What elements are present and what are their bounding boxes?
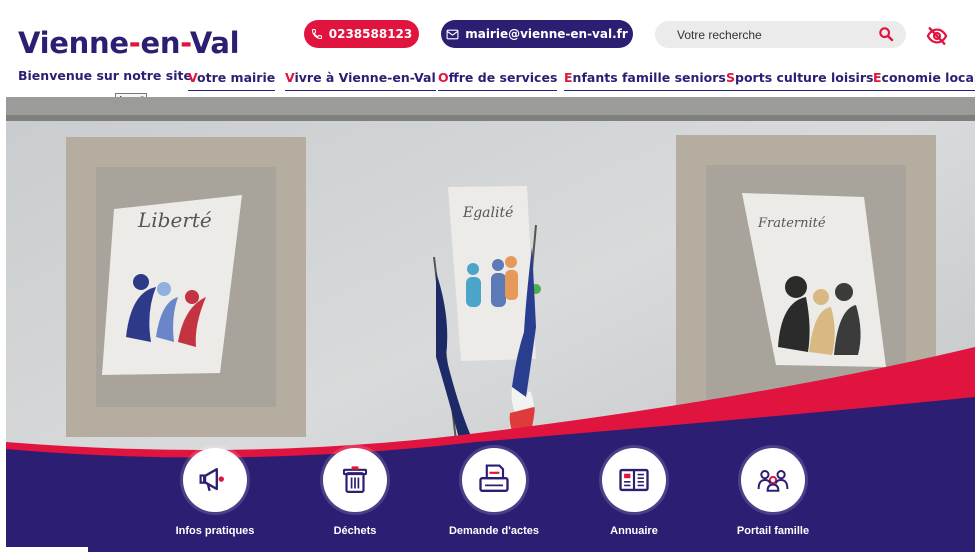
left-window-frame bbox=[66, 137, 306, 437]
dechets-circle bbox=[323, 448, 387, 512]
portail-famille-circle bbox=[741, 448, 805, 512]
email-address: mairie@vienne-en-val.fr bbox=[465, 27, 628, 41]
email-button[interactable]: mairie@vienne-en-val.fr bbox=[441, 20, 633, 48]
quick-access-label: Déchets bbox=[333, 525, 377, 537]
open-book-icon bbox=[619, 468, 649, 492]
infos-pratiques-circle bbox=[183, 448, 247, 512]
logo-part-en: en bbox=[140, 26, 181, 60]
phone-icon bbox=[311, 29, 322, 40]
quick-access-annuaire[interactable]: Annuaire bbox=[569, 448, 699, 537]
svg-text:Liberté: Liberté bbox=[137, 208, 212, 232]
demande-actes-circle bbox=[462, 448, 526, 512]
envelope-icon bbox=[446, 29, 459, 39]
nav-votre-mairie[interactable]: Votre mairie bbox=[188, 70, 276, 91]
annuaire-circle bbox=[602, 448, 666, 512]
quick-access-infos-pratiques[interactable]: Infos pratiques bbox=[150, 448, 280, 537]
quick-access-dechets[interactable]: Déchets bbox=[290, 448, 420, 537]
site-tagline: Bienvenue sur notre site bbox=[18, 68, 192, 83]
quick-access-label: Demande d'actes bbox=[448, 525, 540, 537]
logo-part-vienne: Vienne bbox=[18, 26, 129, 60]
nav-offre-de-services[interactable]: Offre de services bbox=[438, 70, 558, 91]
logo-dash: - bbox=[128, 26, 141, 60]
logo-part-val: Val bbox=[189, 26, 240, 60]
hero-banner: Liberté Egalité Fraternité Infos pratiqu… bbox=[6, 97, 975, 552]
trash-bin-icon bbox=[342, 466, 368, 494]
site-logo[interactable]: Vienne-en-Val bbox=[18, 26, 240, 60]
family-group-icon bbox=[757, 470, 789, 492]
quick-access-portail-famille[interactable]: Portail famille bbox=[708, 448, 838, 537]
nav-economie-locale[interactable]: Economie locale bbox=[873, 70, 975, 91]
nav-enfants-famille-seniors[interactable]: Enfants famille seniors bbox=[564, 70, 726, 91]
quick-access-label: Infos pratiques bbox=[175, 525, 255, 537]
nav-vivre-a-vienne-en-val[interactable]: Vivre à Vienne-en-Val bbox=[285, 70, 436, 91]
printer-document-icon bbox=[479, 464, 509, 492]
megaphone-icon bbox=[199, 468, 224, 492]
svg-text:Fraternité: Fraternité bbox=[757, 216, 826, 231]
search-input[interactable] bbox=[675, 25, 859, 45]
logo-dash: - bbox=[180, 26, 190, 60]
quick-access-label: Annuaire bbox=[610, 525, 658, 537]
quick-access-demande-actes[interactable]: Demande d'actes bbox=[429, 448, 559, 537]
svg-text:Egalité: Egalité bbox=[462, 205, 513, 221]
phone-number: 0238588123 bbox=[328, 27, 413, 41]
search-icon[interactable] bbox=[878, 26, 894, 46]
accessibility-eye-off-icon[interactable] bbox=[926, 25, 948, 51]
bottom-left-tab bbox=[0, 547, 88, 552]
quick-access-label: Portail famille bbox=[736, 525, 810, 537]
phone-button[interactable]: 0238588123 bbox=[304, 20, 419, 48]
nav-sports-culture-loisirs[interactable]: Sports culture loisirs bbox=[726, 70, 874, 91]
search-bar bbox=[655, 21, 906, 48]
